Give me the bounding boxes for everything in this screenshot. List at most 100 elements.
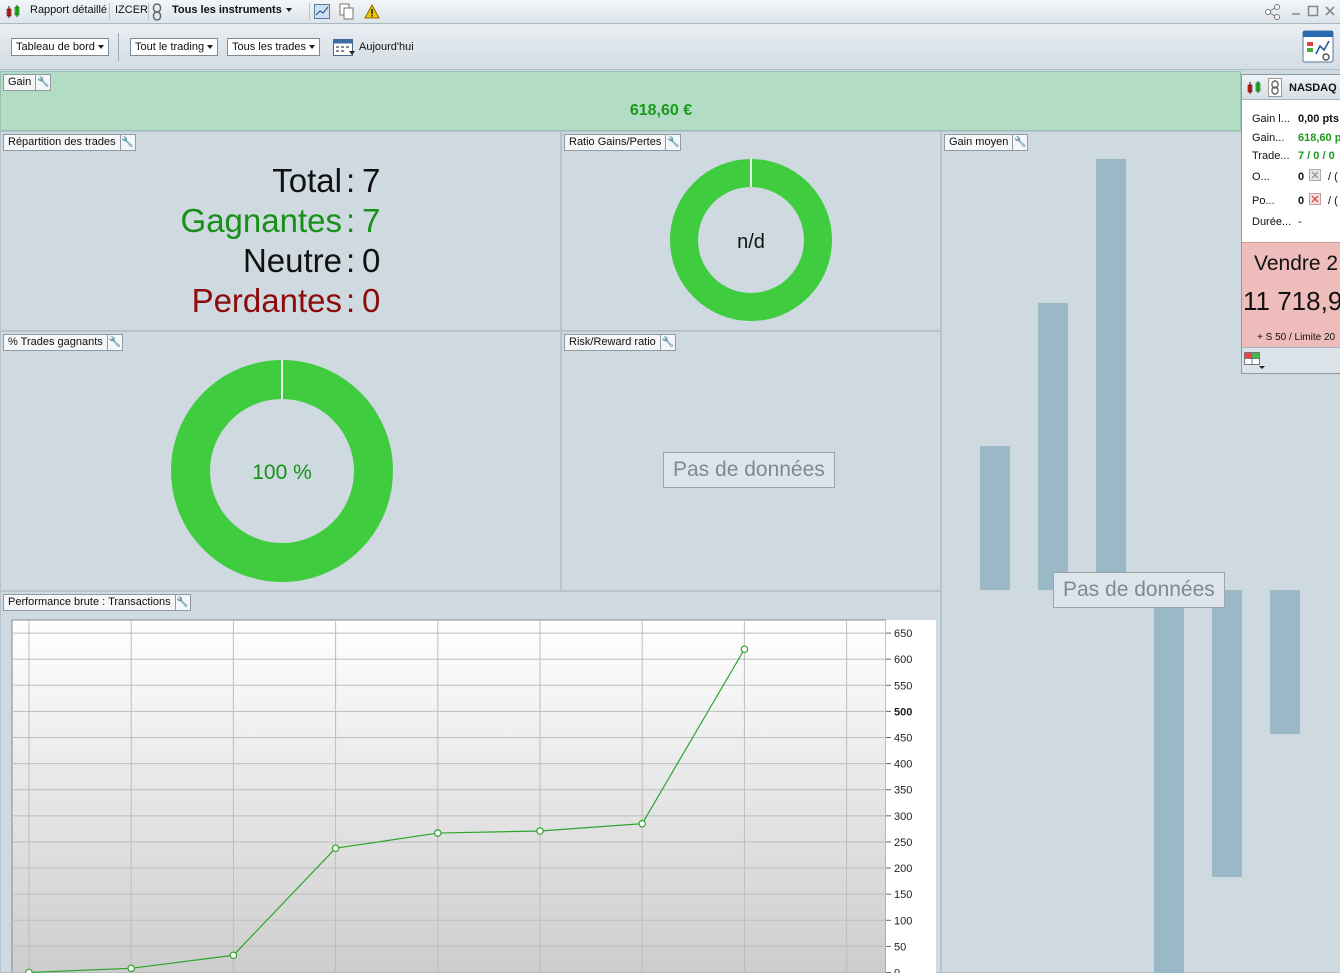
gain-points-value: 0,00 pts: [1298, 113, 1339, 125]
neutre-row: Neutre : 0: [242, 242, 381, 279]
dashboard-dropdown[interactable]: Tableau de bord: [11, 38, 109, 56]
instrument-footer: [1242, 347, 1340, 373]
report-title: Rapport détaillé: [30, 4, 108, 16]
y-tick-label: 250: [894, 837, 912, 849]
report-settings-icon[interactable]: [1302, 30, 1334, 63]
placeholder-bar: [1096, 159, 1126, 590]
placeholder-bar: [1154, 590, 1184, 973]
instrument-name[interactable]: NASDAQ: [1289, 82, 1337, 94]
close-icon[interactable]: [1324, 5, 1336, 17]
y-tick-label: 400: [894, 759, 912, 771]
candlestick-icon[interactable]: [1246, 80, 1262, 96]
gagnantes-row: Gagnantes : 7: [180, 202, 381, 239]
ratio-panel: Ratio Gains/Pertes 🔧 n/d: [561, 131, 941, 331]
toolbar: Tableau de bord Tout le trading Tous les…: [0, 24, 1340, 70]
account-label[interactable]: IZCER: [115, 4, 148, 16]
y-tick-label: 50: [894, 941, 906, 953]
repartition-panel: Répartition des trades 🔧 Total : 7 Gagnan…: [0, 131, 561, 331]
link-icon[interactable]: [152, 3, 162, 21]
chart-window-icon[interactable]: [314, 4, 330, 19]
wrench-icon[interactable]: 🔧: [659, 335, 675, 350]
gain-label: Gain l...: [1252, 113, 1290, 125]
gain-panel: Gain 🔧 618,60 €: [0, 71, 1241, 131]
minimize-icon[interactable]: [1290, 5, 1302, 17]
instrument-header: NASDAQ: [1242, 75, 1340, 100]
perf-panel: Performance brute : Transactions🔧 0 50 100…: [0, 591, 941, 973]
positions-value: 0: [1298, 195, 1305, 207]
y-tick-label: 600: [894, 654, 912, 666]
y-tick-label: 450: [894, 733, 912, 745]
ratio-tab[interactable]: Ratio Gains/Pertes 🔧: [564, 134, 682, 151]
perf-tab[interactable]: Performance brute : Transactions 🔧: [3, 594, 191, 611]
trades-label: Trade...: [1252, 150, 1290, 162]
data-point: [331, 844, 340, 853]
table-menu-icon[interactable]: [1244, 352, 1266, 370]
perdantes-row: Perdantes : 0: [191, 282, 381, 319]
wrench-icon[interactable]: 🔧: [119, 135, 135, 150]
y-tick-label: 200: [894, 863, 912, 875]
gain-tab[interactable]: Gain 🔧: [3, 74, 52, 91]
trades-value: 7 / 0 / 0: [1298, 150, 1335, 162]
pct-tab[interactable]: % Trades gagnants 🔧: [3, 334, 123, 351]
data-point: [127, 964, 136, 973]
duration-label: Durée...: [1252, 216, 1292, 228]
y-tick-label: 350: [894, 785, 912, 797]
wrench-icon[interactable]: 🔧: [35, 75, 50, 90]
pct-center-text: 100 %: [252, 461, 312, 484]
candlestick-icon[interactable]: [5, 4, 21, 20]
rr-nodata: Pas de données: [663, 452, 835, 488]
placeholder-bar: [1038, 303, 1068, 590]
gainmoyen-tab[interactable]: Gain moyen 🔧: [944, 134, 1029, 151]
copy-icon[interactable]: [339, 3, 355, 20]
y-tick-label: 550: [894, 680, 912, 692]
wrench-icon[interactable]: 🔧: [665, 135, 680, 150]
instruments-dropdown[interactable]: Tous les instruments: [172, 4, 292, 16]
y-tick-label: 100: [894, 915, 912, 927]
data-point: [433, 829, 442, 837]
close-position-icon[interactable]: [1309, 193, 1321, 205]
data-point: [740, 645, 749, 654]
gain-label: Gain...: [1252, 132, 1285, 144]
orders-value: 0: [1298, 171, 1305, 183]
y-tick-label: 150: [894, 889, 912, 901]
y-tick-label: 500: [894, 706, 912, 718]
trades-dropdown[interactable]: Tous les trades: [227, 38, 320, 56]
ratio-center-text: n/d: [737, 231, 765, 253]
ratio-donut: n/d: [670, 159, 832, 321]
wrench-icon[interactable]: 🔧: [1012, 135, 1027, 150]
sell-price[interactable]: 11 718,9: [1243, 286, 1340, 317]
orders-slash: / (: [1328, 171, 1338, 183]
title-bar: Rapport détaillé IZCER Tous les instrume…: [0, 0, 1340, 24]
placeholder-bar: [1212, 590, 1242, 877]
y-tick-label: 300: [894, 811, 912, 823]
wrench-icon[interactable]: 🔧: [174, 595, 190, 610]
placeholder-bar: [1270, 590, 1300, 734]
performance-chart: 0 50 100 150 200 250 300 350 400 450 500 550 600 650: [11, 619, 936, 973]
data-point: [536, 827, 544, 835]
maximize-icon[interactable]: [1307, 5, 1319, 17]
gain-value: 618,60 €: [629, 102, 693, 119]
y-tick-label: 0: [894, 968, 900, 973]
calendar-icon[interactable]: [333, 37, 355, 57]
wrench-icon[interactable]: 🔧: [106, 335, 122, 350]
data-point: [25, 968, 33, 973]
rr-panel: Risk/Reward ratio 🔧 Pas de données: [561, 331, 941, 591]
cancel-order-icon[interactable]: [1309, 169, 1321, 181]
data-point: [229, 951, 238, 960]
share-icon[interactable]: [1264, 3, 1282, 21]
order-details: + S 50 / Limite 20: [1257, 332, 1336, 343]
link-icon[interactable]: [1268, 78, 1282, 97]
duration-value: -: [1298, 216, 1302, 228]
placeholder-bar: [980, 446, 1010, 590]
date-selector[interactable]: Aujourd'hui: [359, 41, 414, 53]
positions-slash: / (: [1328, 195, 1338, 207]
sell-label[interactable]: Vendre 2: [1254, 252, 1338, 276]
rr-tab[interactable]: Risk/Reward ratio 🔧: [564, 334, 676, 351]
trading-dropdown[interactable]: Tout le trading: [130, 38, 219, 56]
orders-label: O...: [1252, 171, 1270, 183]
warning-icon[interactable]: [364, 4, 380, 19]
sell-order-block[interactable]: Vendre 2 11 718,9 + S 50 / Limite 20: [1242, 242, 1340, 347]
repartition-tab[interactable]: Répartition des trades 🔧: [3, 134, 136, 151]
gainmoyen-nodata: Pas de données: [1053, 572, 1225, 608]
gain-money-value: 618,60 p: [1298, 132, 1340, 144]
